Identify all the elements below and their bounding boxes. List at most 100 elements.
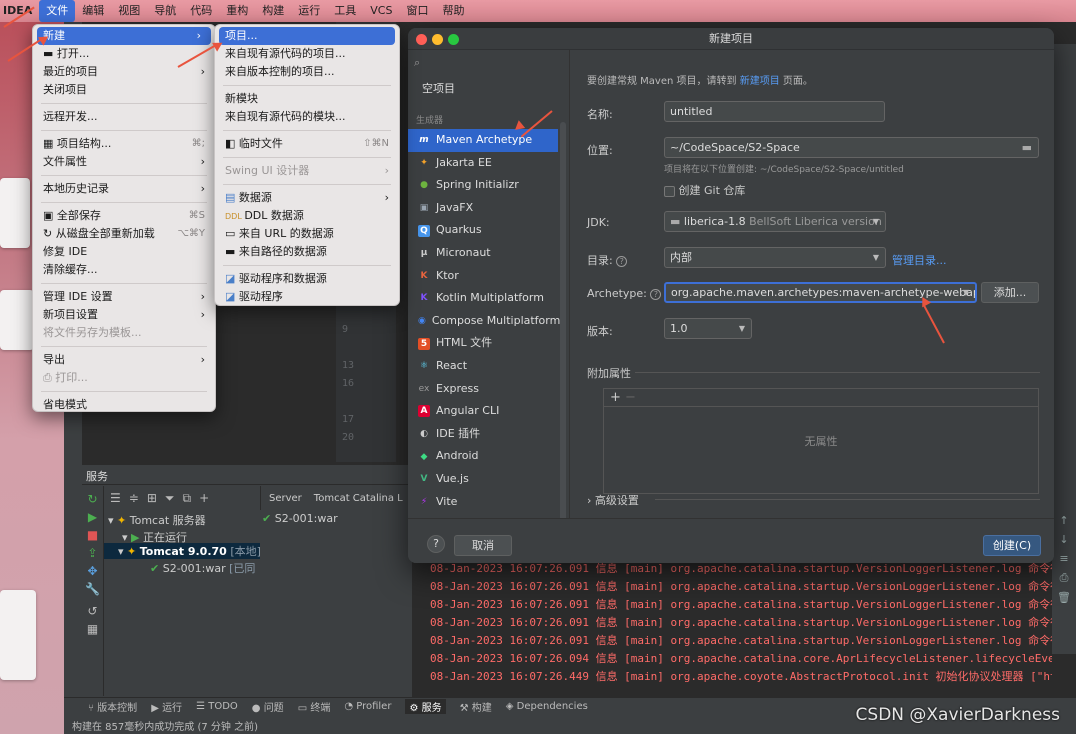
submenu-item-ddl-data-source[interactable]: DDL DDL 数据源	[215, 207, 399, 225]
tree-artifact[interactable]: ✔ S2-001:war [已同	[150, 560, 255, 576]
search-input[interactable]: ⌕	[414, 56, 564, 74]
wrench-icon[interactable]: 🔧	[82, 582, 103, 596]
tab-todo[interactable]: ☰ TODO	[196, 701, 238, 712]
help-button[interactable]: ?	[427, 535, 445, 553]
catalog-select[interactable]: 内部 ▼	[664, 247, 886, 268]
menu-help[interactable]: 帮助	[435, 0, 471, 22]
empty-project-item[interactable]: 空项目	[422, 80, 455, 96]
version-select[interactable]: 1.0 ▼	[664, 318, 752, 339]
git-checkbox[interactable]: 创建 Git 仓库	[664, 182, 745, 198]
tab-terminal[interactable]: ▭ 终端	[298, 699, 331, 714]
menu-item-save-all[interactable]: ▣ 全部保存 ⌘S	[33, 207, 215, 225]
name-input[interactable]: untitled	[664, 101, 885, 122]
browse-folder-icon[interactable]: ▬	[1022, 138, 1032, 157]
tab-vcs[interactable]: ⑂ 版本控制	[88, 699, 137, 714]
generator-quarkus[interactable]: Q Quarkus	[408, 219, 558, 242]
trash-icon[interactable]: 🗑	[1052, 591, 1076, 604]
generator-vite[interactable]: ⚡ Vite	[408, 491, 558, 514]
menu-vcs[interactable]: VCS	[363, 0, 399, 22]
submenu-item-data-source[interactable]: ▤ 数据源 ›	[215, 189, 399, 207]
soft-wrap-icon[interactable]: ≡	[1052, 552, 1076, 565]
menu-run[interactable]: 运行	[291, 0, 327, 22]
generator-android[interactable]: ◆ Android	[408, 445, 558, 468]
menu-item-new-project-settings[interactable]: 新项目设置 ›	[33, 306, 215, 324]
submenu-item-project[interactable]: 项目...	[219, 27, 395, 45]
app-menu[interactable]: IDEA	[0, 0, 39, 22]
tree-tomcat-servers[interactable]: ▾ ✦ Tomcat 服务器	[108, 512, 206, 528]
submenu-item-scratch-file[interactable]: ◧ 临时文件 ⇧⌘N	[215, 135, 399, 153]
menu-build[interactable]: 构建	[255, 0, 291, 22]
group-icon[interactable]: ⊞	[147, 491, 157, 505]
run-icon[interactable]: ▶	[82, 510, 103, 524]
menu-view[interactable]: 视图	[111, 0, 147, 22]
close-window-icon[interactable]	[416, 34, 427, 45]
manage-catalogs-link[interactable]: 管理目录...	[892, 252, 947, 268]
generator-spring-initializr[interactable]: ● Spring Initializr	[408, 174, 558, 197]
generator-list-scrollbar[interactable]	[560, 122, 566, 532]
submenu-item-project-from-vcs[interactable]: 来自版本控制的项目...	[215, 63, 399, 81]
location-input[interactable]: ~/CodeSpace/S2-Space ▬	[664, 137, 1039, 158]
menu-tools[interactable]: 工具	[327, 0, 363, 22]
generator-react[interactable]: ⚛ React	[408, 355, 558, 378]
tab-run[interactable]: ▶ 运行	[151, 699, 182, 714]
collapse-all-icon[interactable]: ≑	[129, 491, 139, 505]
print-icon[interactable]: ⎙	[1052, 571, 1076, 585]
generator-express[interactable]: ex Express	[408, 378, 558, 401]
reload-icon[interactable]: ↺	[82, 604, 103, 618]
submenu-item-module-from-sources[interactable]: 来自现有源代码的模块...	[215, 108, 399, 126]
scroll-down-icon[interactable]: ↓	[1052, 533, 1076, 546]
tab-services[interactable]: ⚙ 服务	[405, 699, 446, 714]
scroll-up-icon[interactable]: ↑	[1052, 514, 1076, 527]
generator-javafx[interactable]: ▣ JavaFX	[408, 197, 558, 220]
menu-edit[interactable]: 编辑	[75, 0, 111, 22]
submenu-item-data-source-url[interactable]: ▭ 来自 URL 的数据源	[215, 225, 399, 243]
add-archetype-button[interactable]: 添加...	[981, 282, 1039, 303]
tab-dependencies[interactable]: ◈ Dependencies	[506, 701, 588, 712]
submenu-item-project-from-sources[interactable]: 来自现有源代码的项目...	[215, 45, 399, 63]
menu-item-save-as-template[interactable]: 将文件另存为模板...	[33, 324, 215, 342]
menu-refactor[interactable]: 重构	[219, 0, 255, 22]
menu-item-new[interactable]: 新建 ›	[37, 27, 211, 45]
tree-tomcat-instance[interactable]: ▾ ✦ Tomcat 9.0.70 [本地]	[104, 543, 261, 559]
menu-item-invalidate-caches[interactable]: 清除缓存...	[33, 261, 215, 279]
refresh-icon[interactable]: ↻	[82, 492, 103, 506]
expand-all-icon[interactable]: ☰	[110, 491, 121, 505]
stop-icon[interactable]: ■	[82, 528, 103, 542]
menu-item-print[interactable]: ⎙ 打印...	[33, 369, 215, 387]
generator-vue[interactable]: V Vue.js	[408, 468, 558, 491]
tab-problems[interactable]: ● 问题	[252, 699, 284, 714]
new-tab-icon[interactable]: ⧉	[183, 491, 192, 506]
generator-angular-cli[interactable]: A Angular CLI	[408, 400, 558, 423]
tab-build[interactable]: ⚒ 构建	[460, 699, 492, 714]
menu-item-manage-ide-settings[interactable]: 管理 IDE 设置 ›	[33, 288, 215, 306]
cancel-button[interactable]: 取消	[454, 535, 512, 556]
debug-icon[interactable]: ✥	[82, 564, 103, 578]
generator-compose-multiplatform[interactable]: ◉ Compose Multiplatform	[408, 310, 560, 333]
menu-item-power-save[interactable]: 省电模式	[33, 396, 215, 414]
add-icon[interactable]: +	[610, 390, 621, 405]
deploy-icon[interactable]: ⇪	[82, 546, 103, 560]
menu-window[interactable]: 窗口	[399, 0, 435, 22]
menu-item-export[interactable]: 导出 ›	[33, 351, 215, 369]
submenu-item-data-source-path[interactable]: ▬ 来自路径的数据源	[215, 243, 399, 261]
menu-item-repair-ide[interactable]: 修复 IDE	[33, 243, 215, 261]
layout-icon[interactable]: ▦	[82, 622, 103, 636]
create-button[interactable]: 创建(C)	[983, 535, 1041, 556]
new-project-link[interactable]: 新建项目	[740, 76, 780, 87]
generator-ktor[interactable]: K Ktor	[408, 265, 558, 288]
menu-item-local-history[interactable]: 本地历史记录 ›	[33, 180, 215, 198]
jdk-select[interactable]: ▬ liberica-1.8 BellSoft Liberica version…	[664, 211, 886, 232]
generator-micronaut[interactable]: μ Micronaut	[408, 242, 558, 265]
tab-server[interactable]: Server	[269, 493, 302, 504]
submenu-item-drivers-data-sources[interactable]: ◪ 驱动程序和数据源	[215, 270, 399, 288]
menu-item-recent-projects[interactable]: 最近的项目 ›	[33, 63, 215, 81]
generator-maven-archetype[interactable]: m Maven Archetype	[408, 129, 558, 152]
tab-catalina-log[interactable]: Tomcat Catalina L	[314, 493, 403, 504]
advanced-settings-toggle[interactable]: › 高级设置	[587, 492, 639, 508]
deployment-item[interactable]: ✔ S2-001:war	[262, 512, 338, 525]
generator-html-file[interactable]: 5 HTML 文件	[408, 332, 558, 355]
remove-icon[interactable]: −	[625, 390, 636, 405]
menu-item-remote-dev[interactable]: 远程开发...	[33, 108, 215, 126]
generator-kotlin-multiplatform[interactable]: K Kotlin Multiplatform	[408, 287, 558, 310]
minimize-window-icon[interactable]	[432, 34, 443, 45]
